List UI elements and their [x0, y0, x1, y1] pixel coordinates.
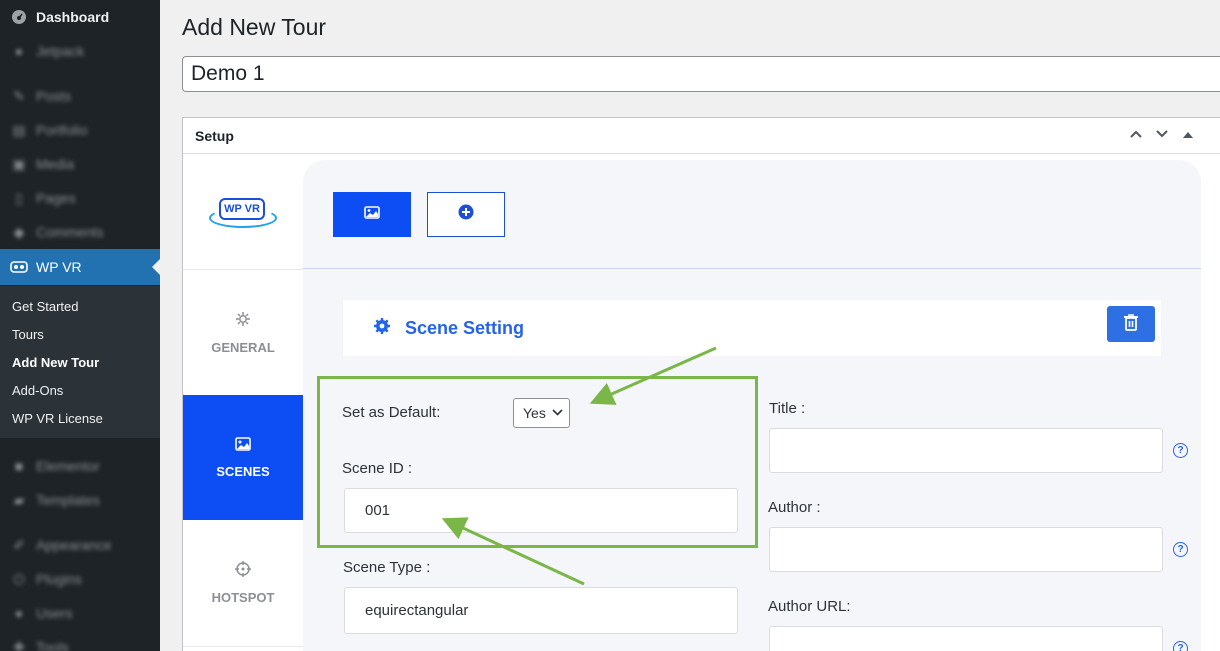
- vr-icon: [10, 258, 28, 276]
- menu-item-tools[interactable]: ✚ Tools: [0, 630, 160, 651]
- menu-item-label: Users: [36, 605, 73, 621]
- tab-divider: [183, 646, 303, 647]
- scene-type-input[interactable]: equirectangular: [344, 587, 738, 634]
- author-label: Author :: [768, 499, 821, 516]
- submenu-get-started[interactable]: Get Started: [0, 292, 160, 320]
- menu-item-templates[interactable]: ▰ Templates: [0, 483, 160, 517]
- menu-item-label: Tools: [36, 639, 69, 651]
- content-divider: [303, 268, 1201, 269]
- delete-scene-button[interactable]: [1107, 306, 1155, 342]
- trash-icon: [1123, 313, 1139, 336]
- menu-item-media[interactable]: ▣ Media: [0, 147, 160, 181]
- media-icon: ▣: [12, 155, 26, 172]
- plus-circle-icon: [458, 204, 474, 225]
- image-icon: [364, 205, 380, 224]
- folder-icon: ▰: [13, 491, 25, 508]
- menu-item-plugins[interactable]: ⏻ Plugins: [0, 562, 160, 596]
- help-icon[interactable]: ?: [1173, 542, 1188, 557]
- menu-item-label: Jetpack: [36, 43, 85, 59]
- author-url-input[interactable]: [769, 626, 1163, 651]
- tab-label: GENERAL: [211, 339, 275, 355]
- menu-item-label: Portfolio: [36, 122, 88, 138]
- gear-icon: [373, 317, 391, 340]
- menu-item-label: Comments: [36, 224, 104, 240]
- author-input[interactable]: [769, 527, 1163, 572]
- menu-item-label: Elementor: [36, 458, 100, 474]
- admin-sidebar: Dashboard ● Jetpack ✎ Posts ▤ Portfolio …: [0, 0, 160, 651]
- metabox-controls: [1128, 126, 1196, 141]
- annotation-highlight-box: [317, 376, 758, 548]
- menu-item-label: Dashboard: [36, 9, 110, 25]
- elementor-icon: ■: [14, 458, 24, 474]
- wp-vr-logo: WP VR: [207, 194, 279, 234]
- menu-item-elementor[interactable]: ■ Elementor: [0, 449, 160, 483]
- tour-title-input[interactable]: [182, 56, 1220, 92]
- title-input[interactable]: [769, 428, 1163, 473]
- menu-item-portfolio[interactable]: ▤ Portfolio: [0, 113, 160, 147]
- tab-scenes[interactable]: SCENES: [183, 395, 303, 520]
- submenu-add-ons[interactable]: Add-Ons: [0, 376, 160, 404]
- portfolio-icon: ▤: [12, 121, 26, 138]
- menu-item-label: Media: [36, 156, 75, 172]
- tab-label: HOTSPOT: [211, 589, 275, 605]
- logo-badge: WP VR: [219, 198, 265, 220]
- wrench-icon: ✚: [13, 638, 25, 651]
- setup-header: Setup: [183, 118, 1220, 154]
- scene-type-label: Scene Type :: [343, 559, 431, 576]
- pin-icon: ✎: [13, 87, 25, 104]
- menu-item-jetpack[interactable]: ● Jetpack: [0, 34, 160, 68]
- menu-item-appearance[interactable]: ✐ Appearance: [0, 528, 160, 562]
- image-icon: [235, 436, 251, 456]
- menu-item-users[interactable]: ● Users: [0, 596, 160, 630]
- crosshair-icon: [235, 560, 251, 582]
- scene-setting-bar: Scene Setting: [343, 300, 1161, 356]
- menu-item-comments[interactable]: ◆ Comments: [0, 215, 160, 249]
- scene-image-button[interactable]: [333, 192, 411, 237]
- tab-hotspot[interactable]: HOTSPOT: [183, 520, 303, 645]
- gear-icon: [235, 311, 251, 332]
- add-scene-button[interactable]: [427, 192, 505, 237]
- submenu-wp-vr-license[interactable]: WP VR License: [0, 404, 160, 432]
- jetpack-icon: ●: [14, 43, 24, 59]
- menu-item-label: Templates: [36, 492, 100, 508]
- user-icon: ●: [14, 605, 24, 621]
- dashboard-icon: [10, 8, 28, 26]
- author-url-label: Author URL:: [768, 598, 851, 615]
- page-title: Add New Tour: [182, 14, 327, 40]
- tab-label: SCENES: [216, 463, 270, 479]
- collapse-toggle-icon[interactable]: [1180, 126, 1196, 141]
- menu-item-label: Posts: [36, 88, 72, 104]
- scene-type-value: equirectangular: [365, 602, 469, 619]
- help-icon[interactable]: ?: [1173, 443, 1188, 458]
- menu-item-pages[interactable]: ▯ Pages: [0, 181, 160, 215]
- active-menu-arrow: [152, 259, 160, 275]
- brush-icon: ✐: [13, 536, 25, 553]
- menu-item-posts[interactable]: ✎ Posts: [0, 79, 160, 113]
- move-down-icon[interactable]: [1154, 126, 1170, 141]
- submenu-add-new-tour[interactable]: Add New Tour: [0, 348, 160, 376]
- submenu-tours[interactable]: Tours: [0, 320, 160, 348]
- scene-setting-title: Scene Setting: [405, 317, 525, 338]
- help-icon[interactable]: ?: [1173, 641, 1188, 651]
- plugin-icon: ⏻: [13, 570, 25, 587]
- wp-vr-submenu: Get Started Tours Add New Tour Add-Ons W…: [0, 286, 160, 438]
- menu-item-label: WP VR: [36, 259, 82, 275]
- plugin-tab-sidebar: WP VR GENERAL SCENES HOTSPOT: [183, 154, 303, 651]
- setup-heading: Setup: [195, 127, 234, 144]
- menu-item-label: Plugins: [36, 571, 82, 587]
- menu-item-label: Pages: [36, 190, 76, 206]
- title-label: Title :: [769, 400, 806, 417]
- move-up-icon[interactable]: [1128, 126, 1144, 141]
- menu-item-label: Appearance: [36, 537, 112, 553]
- tab-general[interactable]: GENERAL: [183, 270, 303, 395]
- page-icon: ▯: [15, 189, 23, 206]
- menu-item-dashboard[interactable]: Dashboard: [0, 0, 160, 34]
- comment-icon: ◆: [13, 223, 25, 240]
- menu-item-wp-vr[interactable]: WP VR: [0, 249, 160, 285]
